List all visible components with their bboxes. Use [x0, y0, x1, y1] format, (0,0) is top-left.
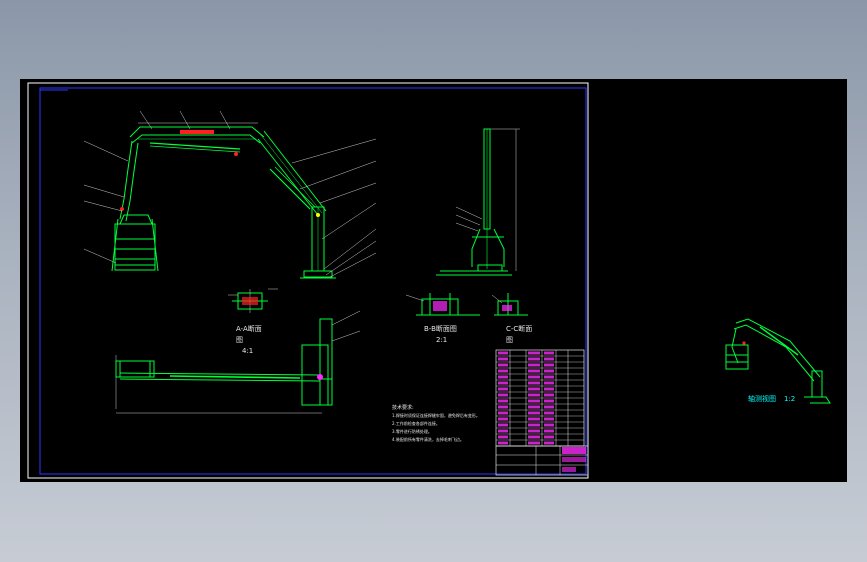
section-aa-hatch [242, 297, 258, 305]
section-bb-leader [405, 294, 425, 302]
title-block [495, 445, 589, 476]
parts-list-cell-mark [528, 411, 540, 415]
side-view-arm [436, 128, 520, 276]
parts-list-cell-mark [528, 429, 540, 433]
parts-list-cell-mark [498, 399, 508, 403]
section-bb-drawing [416, 293, 480, 316]
parts-list-cell-mark [544, 417, 554, 421]
front-view-leaders [83, 110, 377, 278]
top-view-leaders [331, 310, 361, 342]
front-view-arm [111, 122, 336, 279]
parts-list-cell-mark [544, 411, 554, 415]
parts-list-cell-mark [498, 429, 508, 433]
parts-list-cell-mark [544, 399, 554, 403]
parts-list-cell-mark [528, 435, 540, 439]
parts-list-cell-mark [498, 363, 508, 367]
parts-list-cell-mark [528, 375, 540, 379]
parts-list-cell-mark [498, 417, 508, 421]
parts-list-cell-mark [544, 363, 554, 367]
section-cc-title: C-C断面 [506, 324, 532, 333]
parts-list-cell-mark [498, 357, 508, 361]
cad-drawing: A-A断面 图 4:1 B-B断面图 2:1 C-C断面 图 技术要求: 1.焊… [27, 82, 831, 479]
parts-list-cell-mark [544, 423, 554, 427]
parts-list-cell-mark [528, 351, 540, 355]
parts-list-cell-mark [544, 381, 554, 385]
parts-list-cell-mark [544, 351, 554, 355]
parts-list-cell-mark [498, 441, 508, 445]
parts-list-cell-mark [498, 411, 508, 415]
cad-viewport[interactable]: A-A断面 图 4:1 B-B断面图 2:1 C-C断面 图 技术要求: 1.焊… [20, 79, 847, 482]
tech-note-2: 2.工作前检查各部件连接。 [392, 420, 440, 426]
section-cc-leader [491, 294, 503, 304]
tech-note-4: 4.装配前所有零件清洗，去掉毛刺飞边。 [392, 436, 464, 442]
parts-list-cell-mark [498, 351, 508, 355]
side-view-base [477, 264, 503, 272]
tech-notes-title: 技术要求: [392, 404, 414, 411]
parts-list-cell-mark [498, 423, 508, 427]
parts-list-cell-mark [528, 393, 540, 397]
parts-list-cell-mark [544, 435, 554, 439]
parts-list-cell-mark [544, 441, 554, 445]
parts-list-cell-mark [498, 387, 508, 391]
section-aa-title: A-A断面 [236, 324, 262, 333]
section-bb-hatch [433, 301, 447, 311]
parts-list-cell-mark [528, 399, 540, 403]
section-bb-scale: 2:1 [436, 336, 447, 344]
parts-list-cell-mark [544, 357, 554, 361]
parts-list-cell-mark [528, 363, 540, 367]
section-bb-title: B-B断面图 [424, 324, 457, 333]
section-cc-drawing [494, 293, 528, 316]
parts-list-cell-mark [544, 429, 554, 433]
parts-list-cell-mark [544, 393, 554, 397]
parts-list-cell-mark [528, 381, 540, 385]
parts-list-cell-mark [498, 381, 508, 385]
section-cc-hatch [502, 305, 512, 311]
tech-note-3: 3.零件进行防锈处理。 [392, 428, 432, 434]
parts-list-cell-mark [544, 375, 554, 379]
parts-list-cell-mark [528, 405, 540, 409]
parts-list-cell-mark [528, 423, 540, 427]
iso-highlight-mark [742, 341, 746, 345]
parts-list-rows [496, 351, 584, 447]
iso-view-title: 轴测视图 [748, 394, 776, 403]
parts-list-cell-mark [528, 369, 540, 373]
parts-list-cell-mark [498, 369, 508, 373]
iso-view-scale: 1:2 [784, 395, 795, 403]
parts-list-cell-mark [498, 375, 508, 379]
parts-list-cell-mark [498, 435, 508, 439]
parts-list-cell-mark [544, 387, 554, 391]
parts-list-cell-mark [544, 405, 554, 409]
parts-list-cell-mark [528, 357, 540, 361]
parts-list-cell-mark [528, 387, 540, 391]
side-view-leaders [455, 206, 483, 232]
parts-list-cell-mark [498, 393, 508, 397]
tech-note-1: 1.焊接时须保证连接焊缝牢固，避免焊后有变形。 [392, 412, 480, 418]
section-cc-title-line2: 图 [506, 336, 513, 344]
section-aa-scale: 4:1 [242, 347, 253, 355]
parts-list-cell-mark [544, 369, 554, 373]
parts-list-cell-mark [528, 417, 540, 421]
parts-list-cell-mark [528, 441, 540, 445]
parts-list-cell-mark [498, 405, 508, 409]
top-view-pivot-mark [317, 374, 323, 380]
isometric-view-arm [725, 318, 831, 404]
top-view-arm [115, 318, 333, 414]
section-aa-title-line2: 图 [236, 336, 243, 344]
